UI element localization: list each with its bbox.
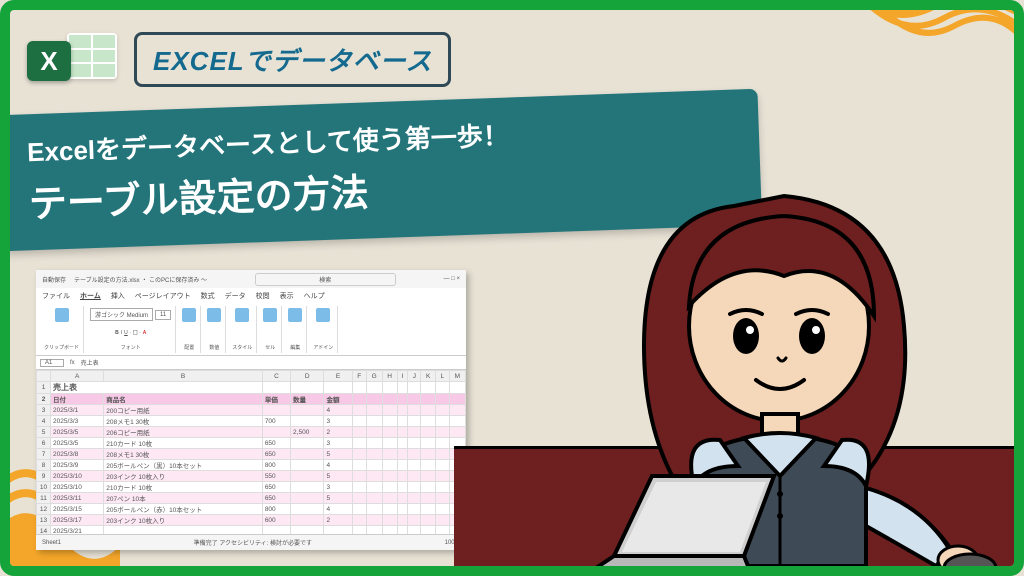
ss-sheet-tab: Sheet1 xyxy=(42,540,61,546)
ss-ribbon-group: 配置 xyxy=(178,306,201,353)
ss-tab: ファイル xyxy=(42,291,70,301)
ss-formula-bar: A1 fx 売上表 xyxy=(36,356,466,370)
ss-fx-label: fx xyxy=(70,360,75,366)
decorative-wave-top xyxy=(854,0,1024,90)
ss-ribbon-group: 游ゴシック Medium11B I U · 囗 · Aフォント xyxy=(86,306,176,353)
character-illustration xyxy=(484,136,1024,576)
ss-titlebar: 自動保存 テーブル設定の方法.xlsx ・ このPCに保存済み ～ 検索 — □… xyxy=(36,270,466,288)
ss-tab: 校閲 xyxy=(256,291,270,301)
ss-ribbon-group: アドイン xyxy=(309,306,338,353)
excel-screenshot: 自動保存 テーブル設定の方法.xlsx ・ このPCに保存済み ～ 検索 — □… xyxy=(36,270,466,550)
ss-ribbon-group: クリップボード xyxy=(40,306,84,353)
ss-ribbon-group: 数値 xyxy=(203,306,226,353)
ss-autosave-label: 自動保存 xyxy=(42,275,66,284)
ss-file-title: テーブル設定の方法.xlsx ・ このPCに保存済み ～ xyxy=(74,275,207,284)
ss-tab: 挿入 xyxy=(111,291,125,301)
ss-grid: ABCDEFGHIJKLM1売上表2日付商品名単価数量金額32025/3/120… xyxy=(36,370,466,534)
ss-window-controls: — □ × xyxy=(444,276,460,282)
ss-status-bar: Sheet1 準備完了 アクセシビリティ: 検討が必要です 100% xyxy=(36,534,466,550)
category-badge: EXCELでデータベース xyxy=(134,32,451,87)
ss-search-box: 検索 xyxy=(255,273,396,286)
ss-tab: データ xyxy=(225,291,246,301)
ss-ribbon-group: 編集 xyxy=(284,306,307,353)
ss-tab: ヘルプ xyxy=(304,291,325,301)
ss-ribbon-group: セル xyxy=(259,306,282,353)
ss-tab: 数式 xyxy=(201,291,215,301)
ss-ribbon-group: スタイル xyxy=(228,306,257,353)
ss-status-left: 準備完了 アクセシビリティ: 検討が必要です xyxy=(194,538,312,547)
ss-tab: ページレイアウト xyxy=(135,291,191,301)
ss-ribbon: クリップボード游ゴシック Medium11B I U · 囗 · Aフォント配置… xyxy=(36,304,466,356)
ss-ribbon-tabs: ファイルホーム挿入ページレイアウト数式データ校閲表示ヘルプ xyxy=(36,288,466,304)
ss-tab: 表示 xyxy=(280,291,294,301)
laptop-icon xyxy=(564,476,774,576)
excel-logo: X xyxy=(24,24,120,94)
ss-cell-ref: A1 xyxy=(40,359,64,367)
ss-tab: ホーム xyxy=(80,291,101,301)
ss-formula-value: 売上表 xyxy=(81,358,99,367)
